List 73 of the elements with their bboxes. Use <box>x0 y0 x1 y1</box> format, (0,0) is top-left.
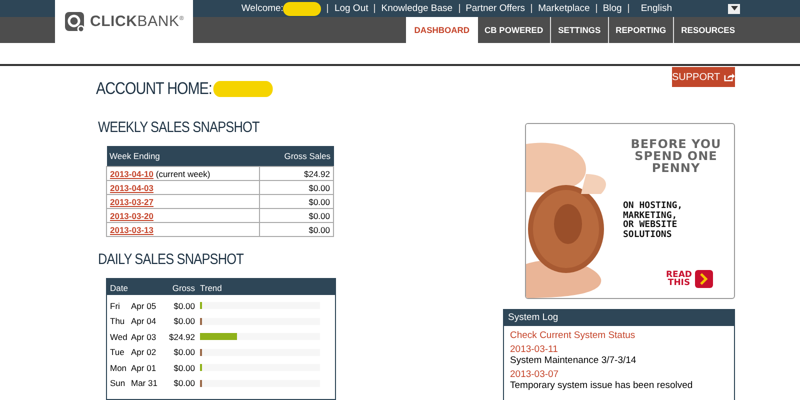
log-date: 2013-03-11 <box>510 344 559 355</box>
ad-headline: PENNY <box>650 162 702 174</box>
ad-text: ON HOSTING, <box>623 202 683 211</box>
welcome-label: Welcome: <box>241 3 284 14</box>
panel-title: System Log <box>504 310 734 326</box>
table-cell: $0.00 <box>259 222 334 236</box>
gross-cell-text: $0.00 <box>172 378 195 388</box>
column-header: Week Ending <box>106 146 260 166</box>
day-cell-text: Sun <box>110 378 126 388</box>
week-link[interactable]: 2013-03-13 <box>110 224 154 234</box>
column-header: Date <box>110 283 129 291</box>
log-text: System Maintenance 3/7-3/14 <box>510 355 638 366</box>
section-title: DAILY SALES SNAPSHOT <box>98 251 245 268</box>
table-cell: $0.00 <box>259 194 334 208</box>
page-title: ACCOUNT HOME: <box>96 79 212 99</box>
date-cell-text: Apr 05 <box>131 300 158 311</box>
nav-tab[interactable]: CB POWERED <box>478 17 550 43</box>
day-cell-text: Tue <box>110 347 126 358</box>
day-cell-text: Fri <box>110 300 121 311</box>
table-cell: $24.92 <box>259 166 334 180</box>
top-link[interactable]: Log Out <box>327 4 374 13</box>
share-icon <box>724 72 735 82</box>
logo[interactable]: CLICKBANK$^{®}$ <box>55 0 193 43</box>
date-cell-text: Apr 03 <box>131 332 158 342</box>
ad-headline: SPEND ONE <box>634 150 718 162</box>
ad-text: OR WEBSITE <box>623 221 678 230</box>
ad-headline: BEFORE YOU <box>630 138 722 150</box>
logo-icon <box>64 10 86 32</box>
top-link[interactable]: Marketplace <box>531 4 596 13</box>
table-cell: $0.00 <box>259 180 334 194</box>
status-link[interactable]: Check Current System Status <box>510 330 728 341</box>
column-header: Gross <box>171 283 195 291</box>
date-cell-text: Apr 04 <box>131 316 158 326</box>
gross-cell-text: $0.00 <box>172 347 195 358</box>
table-cell: $0.00 <box>259 208 334 222</box>
ad-text: SOLUTIONS <box>623 230 673 240</box>
current-week-note: (current week) <box>156 168 210 178</box>
gross-cell-text: $0.00 <box>172 300 195 311</box>
log-date: 2013-03-07 <box>510 369 560 380</box>
support-button[interactable]: SUPPORT <box>672 67 735 87</box>
redaction-mark <box>214 81 274 97</box>
week-link[interactable]: 2013-03-27 <box>110 196 154 206</box>
day-cell-text: Thu <box>110 316 126 326</box>
dropdown-icon[interactable] <box>728 4 740 14</box>
nav-tab[interactable]: REPORTING <box>608 17 674 43</box>
language-selector[interactable]: English <box>628 4 678 13</box>
week-link[interactable]: 2013-04-10 <box>110 168 154 178</box>
nav-tab[interactable]: RESOURCES <box>673 17 742 43</box>
date-cell-text: Apr 01 <box>131 362 158 373</box>
week-link[interactable]: 2013-03-20 <box>110 210 154 220</box>
ad-banner[interactable]: BEFORE YOU SPEND ONE PENNY ON HOSTING, MARKETING, OR WEBSITE SOLUTIONS READ THIS <box>525 123 735 299</box>
week-link[interactable]: 2013-04-03 <box>110 182 154 192</box>
redaction-mark <box>283 2 322 16</box>
top-link[interactable]: Partner Offers <box>458 4 532 13</box>
log-text: Temporary system issue has been resolved <box>510 380 694 391</box>
column-header: Gross Sales <box>259 146 334 166</box>
top-link[interactable]: Blog <box>596 4 628 13</box>
day-cell-text: Wed <box>110 332 128 342</box>
day-cell-text: Mon <box>110 362 128 373</box>
date-cell-text: Mar 31 <box>131 378 158 388</box>
gross-cell-text: $0.00 <box>172 316 195 326</box>
ad-text: MARKETING, <box>623 212 678 220</box>
ad-cta: READ <box>666 270 692 279</box>
nav-tab[interactable]: SETTINGS <box>550 17 608 43</box>
date-cell-text: Apr 02 <box>131 347 158 358</box>
top-link[interactable]: Knowledge Base <box>374 4 459 13</box>
section-title: WEEKLY SALES SNAPSHOT <box>98 119 260 136</box>
gross-cell-text: $24.92 <box>168 332 195 342</box>
ad-cta: THIS <box>666 279 692 288</box>
column-header: Trend <box>200 283 222 291</box>
gross-cell-text: $0.00 <box>172 362 195 373</box>
nav-tab[interactable]: DASHBOARD <box>406 17 478 43</box>
chevron-icon <box>695 270 713 288</box>
